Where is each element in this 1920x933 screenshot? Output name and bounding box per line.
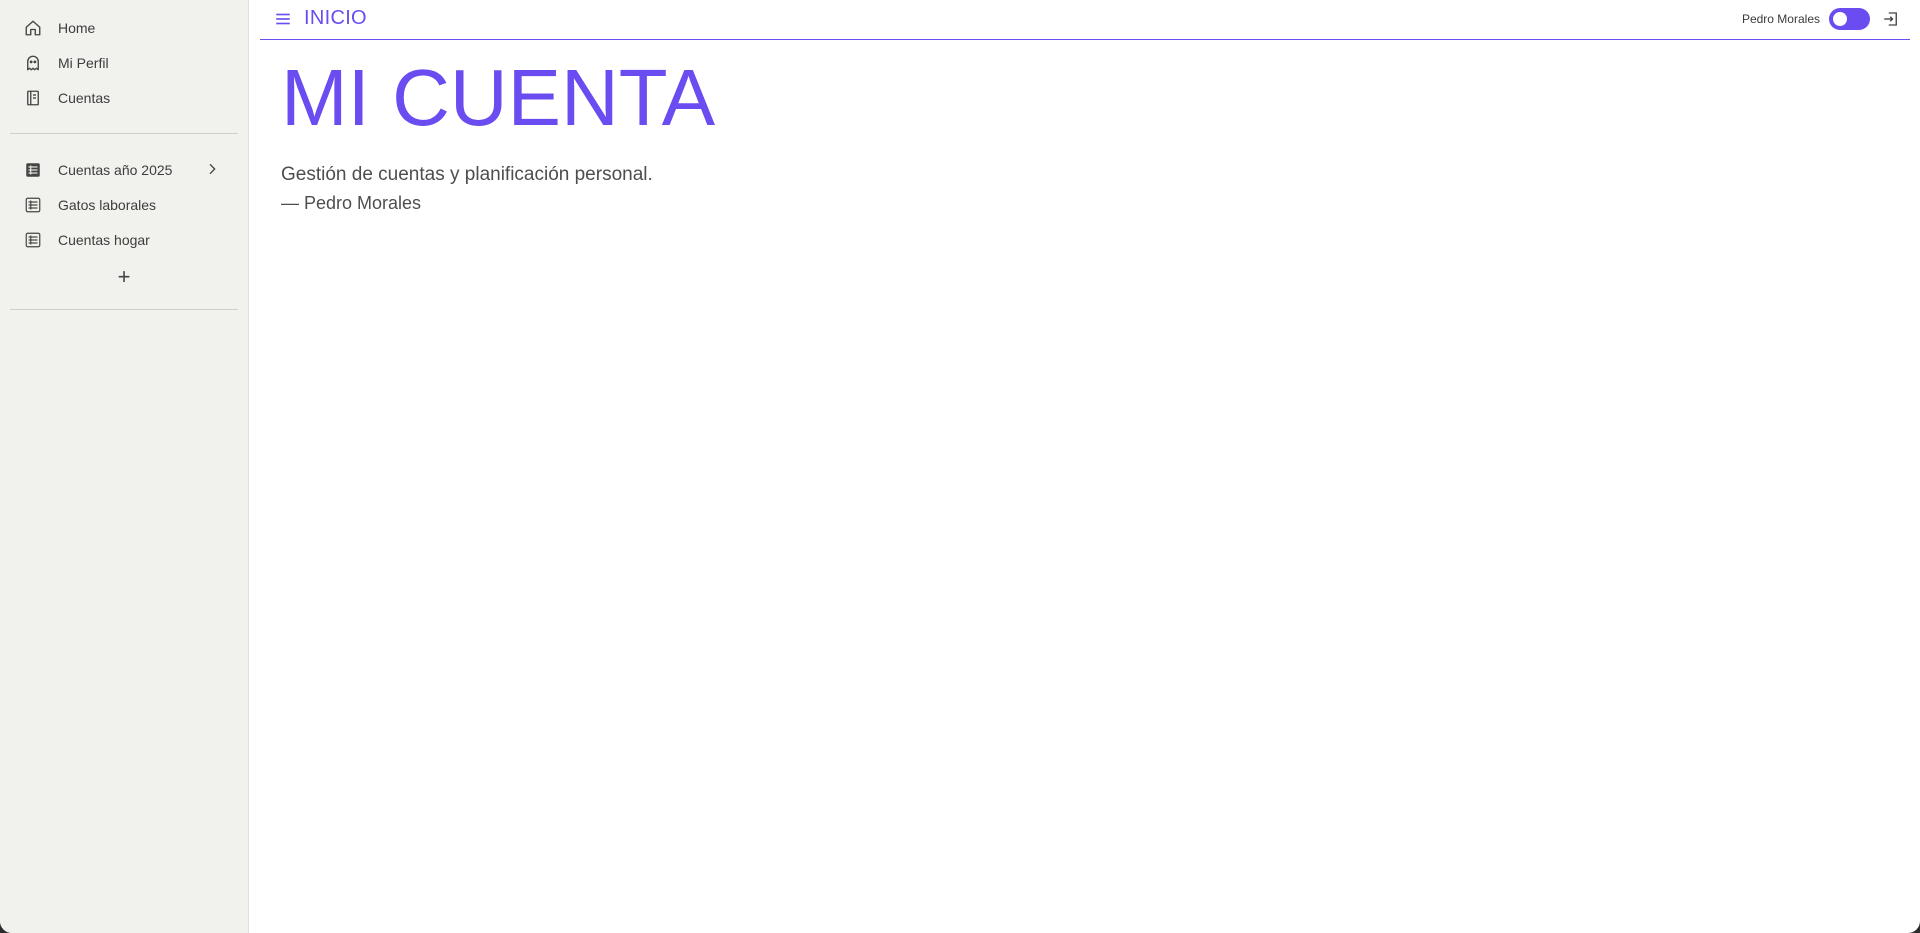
plus-icon: + <box>117 264 131 289</box>
topbar-title: INICIO <box>304 7 367 29</box>
main-content: MI CUENTA Gestión de cuentas y planifica… <box>281 50 715 218</box>
top-bar: INICIO Pedro Morales <box>260 0 1910 40</box>
home-icon <box>24 19 42 37</box>
sidebar-item-cuentas[interactable]: Cuentas <box>0 80 248 115</box>
add-account-button[interactable]: + <box>0 257 248 297</box>
sidebar-divider <box>10 309 238 310</box>
sidebar-item-label: Cuentas <box>58 89 111 106</box>
page-title: MI CUENTA <box>281 53 716 142</box>
sidebar-item-label: Mi Perfil <box>58 54 109 71</box>
sidebar-item-mi-perfil[interactable]: Mi Perfil <box>0 45 248 80</box>
tagline-author: — Pedro Morales <box>281 193 422 213</box>
tagline: Gestión de cuentas y planificación perso… <box>281 164 653 185</box>
sidebar-main-nav: Home Mi Perfil Cuentas <box>0 0 248 115</box>
menu-icon[interactable] <box>274 10 292 28</box>
table-icon <box>24 231 42 249</box>
sidebar-accounts-nav: Cuentas año 2025 Gatos laborales Cuentas… <box>0 134 248 297</box>
user-name: Pedro Morales <box>1741 12 1820 26</box>
sidebar: Home Mi Perfil Cuentas Cuentas año 2025 … <box>0 0 249 933</box>
chevron-right-icon[interactable] <box>204 161 220 177</box>
notebook-icon <box>24 89 42 107</box>
app-window: Home Mi Perfil Cuentas Cuentas año 2025 … <box>0 0 1920 933</box>
toggle-knob <box>1833 12 1847 26</box>
table-icon <box>24 196 42 214</box>
sidebar-item-home[interactable]: Home <box>0 10 248 45</box>
table-filled-icon <box>24 161 42 179</box>
ghost-icon <box>24 54 42 72</box>
sidebar-item-label: Gatos laborales <box>58 196 157 213</box>
sidebar-item-cuentas-hogar[interactable]: Cuentas hogar <box>0 222 248 257</box>
sidebar-item-label: Cuentas año 2025 <box>58 161 173 178</box>
sidebar-item-cuentas-2025[interactable]: Cuentas año 2025 <box>0 152 248 187</box>
sidebar-item-gatos-laborales[interactable]: Gatos laborales <box>0 187 248 222</box>
sidebar-item-label: Cuentas hogar <box>58 231 150 248</box>
logout-icon[interactable] <box>1882 10 1900 28</box>
theme-toggle[interactable] <box>1829 8 1870 30</box>
sidebar-item-label: Home <box>58 19 96 36</box>
